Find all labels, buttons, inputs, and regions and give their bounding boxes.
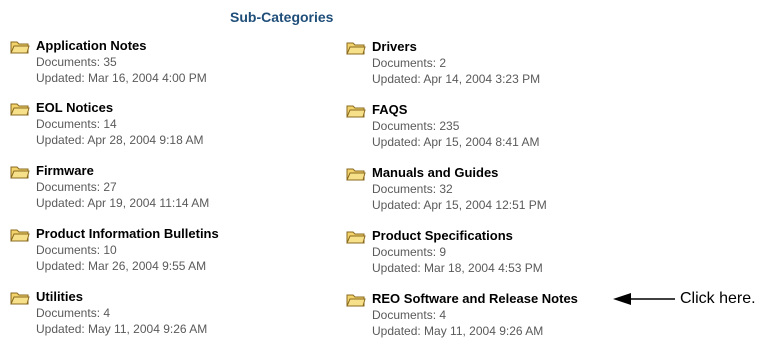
- category-link[interactable]: Firmware: [36, 163, 94, 178]
- category-manuals-and-guides: Manuals and Guides Documents: 32 Updated…: [346, 165, 646, 213]
- document-count: Documents: 2: [372, 56, 447, 70]
- updated-timestamp: Updated: Apr 15, 2004 12:51 PM: [372, 198, 547, 212]
- category-product-information-bulletins: Product Information Bulletins Documents:…: [10, 226, 310, 274]
- folder-icon: [346, 229, 366, 245]
- folder-icon: [10, 290, 30, 306]
- category-link[interactable]: Manuals and Guides: [372, 165, 498, 180]
- document-count: Documents: 235: [372, 119, 460, 133]
- updated-timestamp: Updated: May 11, 2004 9:26 AM: [372, 324, 544, 338]
- updated-timestamp: Updated: Apr 28, 2004 9:18 AM: [36, 133, 204, 147]
- folder-icon: [346, 292, 366, 308]
- category-link[interactable]: Product Specifications: [372, 228, 513, 243]
- folder-icon: [10, 227, 30, 243]
- updated-timestamp: Updated: Apr 19, 2004 11:14 AM: [36, 196, 210, 210]
- updated-timestamp: Updated: Apr 14, 2004 3:23 PM: [372, 72, 541, 86]
- folder-icon: [10, 101, 30, 117]
- document-count: Documents: 9: [372, 245, 447, 259]
- updated-timestamp: Updated: Mar 16, 2004 4:00 PM: [36, 71, 207, 85]
- category-link[interactable]: Application Notes: [36, 38, 147, 53]
- folder-icon: [10, 39, 30, 55]
- document-count: Documents: 35: [36, 55, 117, 69]
- category-eol-notices: EOL Notices Documents: 14 Updated: Apr 2…: [10, 100, 310, 148]
- category-utilities: Utilities Documents: 4 Updated: May 11, …: [10, 289, 310, 337]
- folder-icon: [346, 40, 366, 56]
- folder-icon: [10, 164, 30, 180]
- document-count: Documents: 10: [36, 243, 117, 257]
- document-count: Documents: 27: [36, 180, 117, 194]
- updated-timestamp: Updated: May 11, 2004 9:26 AM: [36, 322, 208, 336]
- category-application-notes: Application Notes Documents: 35 Updated:…: [10, 38, 310, 86]
- category-reo-software-and-release-notes: REO Software and Release Notes Documents…: [346, 291, 646, 339]
- category-product-specifications: Product Specifications Documents: 9 Upda…: [346, 228, 646, 276]
- category-link[interactable]: EOL Notices: [36, 100, 113, 115]
- document-count: Documents: 4: [372, 308, 447, 322]
- click-here-callout: Click here.: [613, 290, 778, 310]
- folder-icon: [346, 166, 366, 182]
- category-drivers: Drivers Documents: 2 Updated: Apr 14, 20…: [346, 39, 646, 87]
- click-here-label: Click here.: [680, 290, 756, 307]
- category-faqs: FAQS Documents: 235 Updated: Apr 15, 200…: [346, 102, 646, 150]
- category-firmware: Firmware Documents: 27 Updated: Apr 19, …: [10, 163, 310, 211]
- left-arrow-icon: [613, 293, 675, 305]
- category-link[interactable]: REO Software and Release Notes: [372, 291, 578, 306]
- document-count: Documents: 32: [372, 182, 453, 196]
- document-count: Documents: 4: [36, 306, 111, 320]
- category-link[interactable]: Product Information Bulletins: [36, 226, 219, 241]
- updated-timestamp: Updated: Apr 15, 2004 8:41 AM: [372, 135, 540, 149]
- folder-icon: [346, 103, 366, 119]
- updated-timestamp: Updated: Mar 26, 2004 9:55 AM: [36, 259, 207, 273]
- updated-timestamp: Updated: Mar 18, 2004 4:53 PM: [372, 261, 543, 275]
- sub-categories-heading: Sub-Categories: [230, 9, 334, 25]
- document-count: Documents: 14: [36, 117, 117, 131]
- category-link[interactable]: Drivers: [372, 39, 417, 54]
- category-link[interactable]: FAQS: [372, 102, 407, 117]
- category-link[interactable]: Utilities: [36, 289, 83, 304]
